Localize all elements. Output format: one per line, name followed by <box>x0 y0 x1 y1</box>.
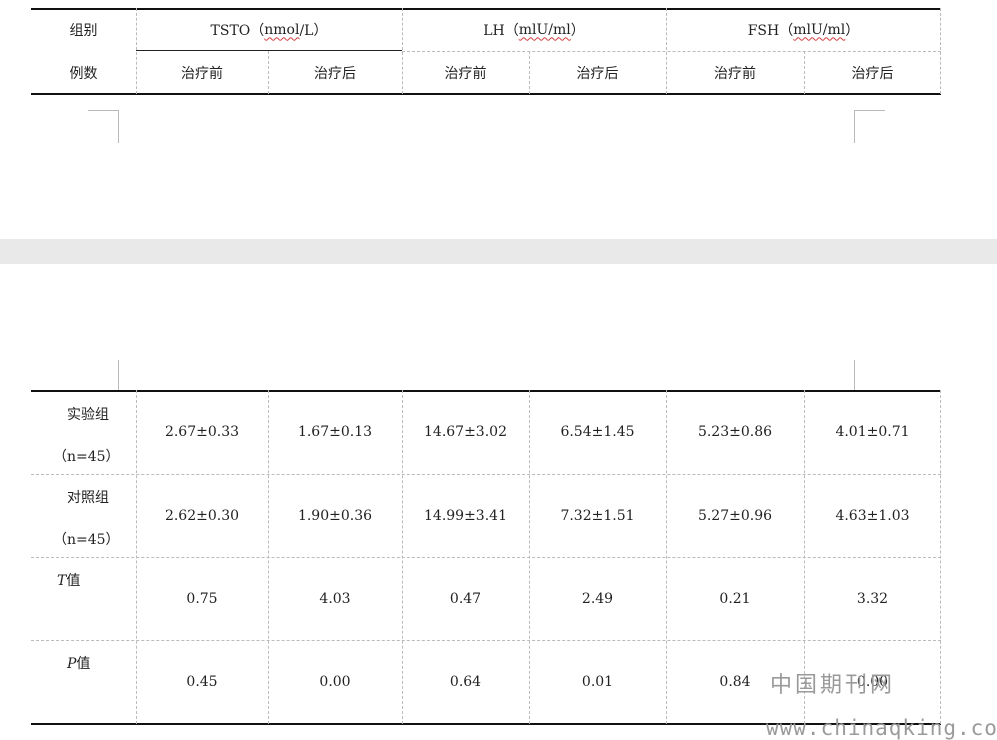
table-cell: 5.23±0.86 <box>697 424 773 440</box>
subheader-lh-before: 治疗前 <box>444 65 487 82</box>
row-control-name: 对照组 <box>67 490 109 506</box>
page-break <box>0 239 997 264</box>
row-p-suffix: 值 <box>76 656 91 672</box>
table-cell: 6.54±1.45 <box>560 424 635 440</box>
subheader-fsh-after: 治疗后 <box>851 65 894 82</box>
header-fsh-prefix: FSH（ <box>747 22 794 39</box>
row-experimental-count: （n=45） <box>53 449 120 465</box>
header-tsto: TSTO（ nmol/L） <box>136 8 402 51</box>
table-cell: 1.90±0.36 <box>297 507 373 524</box>
row-t-suffix: 值 <box>66 573 81 589</box>
table-cell: 7.32±1.51 <box>560 507 635 524</box>
header-lh-unit: mlU/ml <box>518 21 571 38</box>
page-top: 组别 例数 TSTO（ nmol/L） LH（ mlU/ml） FSH（ mlU/ml… <box>0 0 997 239</box>
subheader-tsto-before: 治疗前 <box>181 65 223 82</box>
header-tsto-prefix: TSTO（ <box>210 22 265 39</box>
header-tsto-unit: nmol <box>264 21 300 38</box>
table-cell: 0.75 <box>186 590 218 607</box>
table-cell: 14.99±3.41 <box>424 507 507 524</box>
table-cell: 2.67±0.33 <box>164 424 240 440</box>
table-cell: 0.45 <box>186 673 218 690</box>
table-cell: 2.62±0.30 <box>164 507 240 524</box>
subheader-fsh-before: 治疗前 <box>714 65 756 82</box>
table-cell: 3.32 <box>856 590 889 607</box>
row-p-value-label: P值 <box>67 653 90 673</box>
crop-mark <box>88 110 119 143</box>
header-tsto-suffix: /L） <box>299 22 328 39</box>
table-cell: 4.01±0.71 <box>835 424 910 440</box>
header-count-label: 例数 <box>69 65 98 82</box>
table-cell: 1.67±0.13 <box>297 424 373 440</box>
crop-mark <box>854 110 885 143</box>
header-lh-suffix: ） <box>570 22 585 39</box>
header-fsh-suffix: ） <box>845 22 860 39</box>
table-header: 组别 例数 TSTO（ nmol/L） LH（ mlU/ml） FSH（ mlU/ml… <box>31 8 941 95</box>
header-lh: LH（ mlU/ml） <box>402 8 666 51</box>
header-fsh: FSH（ mlU/ml） <box>666 8 941 51</box>
table-cell: 0.47 <box>449 590 482 607</box>
row-t-letter: T <box>57 573 67 589</box>
crop-mark <box>854 360 855 390</box>
table-cell: 4.63±1.03 <box>835 507 910 524</box>
table-cell: 0.64 <box>449 673 482 690</box>
watermark-text: 中国期刊网 <box>770 673 896 698</box>
watermark-url: www.chinaqking.com <box>766 716 997 740</box>
table-cell: 0.01 <box>581 673 614 690</box>
table-cell: 2.49 <box>581 590 614 607</box>
table-cell: 0.00 <box>319 673 351 690</box>
subheader-lh-after: 治疗后 <box>576 65 619 82</box>
row-experimental-name: 实验组 <box>67 407 109 423</box>
header-fsh-unit: mlU/ml <box>793 21 846 38</box>
header-lh-prefix: LH（ <box>483 22 519 39</box>
row-t-value-label: T值 <box>57 570 80 590</box>
table-cell: 4.03 <box>319 590 351 607</box>
table-cell: 14.67±3.02 <box>424 424 507 440</box>
table-cell: 0.21 <box>719 590 751 607</box>
table-cell: 5.27±0.96 <box>697 507 773 524</box>
crop-mark <box>118 360 119 390</box>
subheader-tsto-after: 治疗后 <box>314 65 356 82</box>
header-group-label: 组别 <box>69 22 98 39</box>
row-control-count: （n=45） <box>53 532 120 548</box>
row-p-letter: P <box>67 656 77 672</box>
